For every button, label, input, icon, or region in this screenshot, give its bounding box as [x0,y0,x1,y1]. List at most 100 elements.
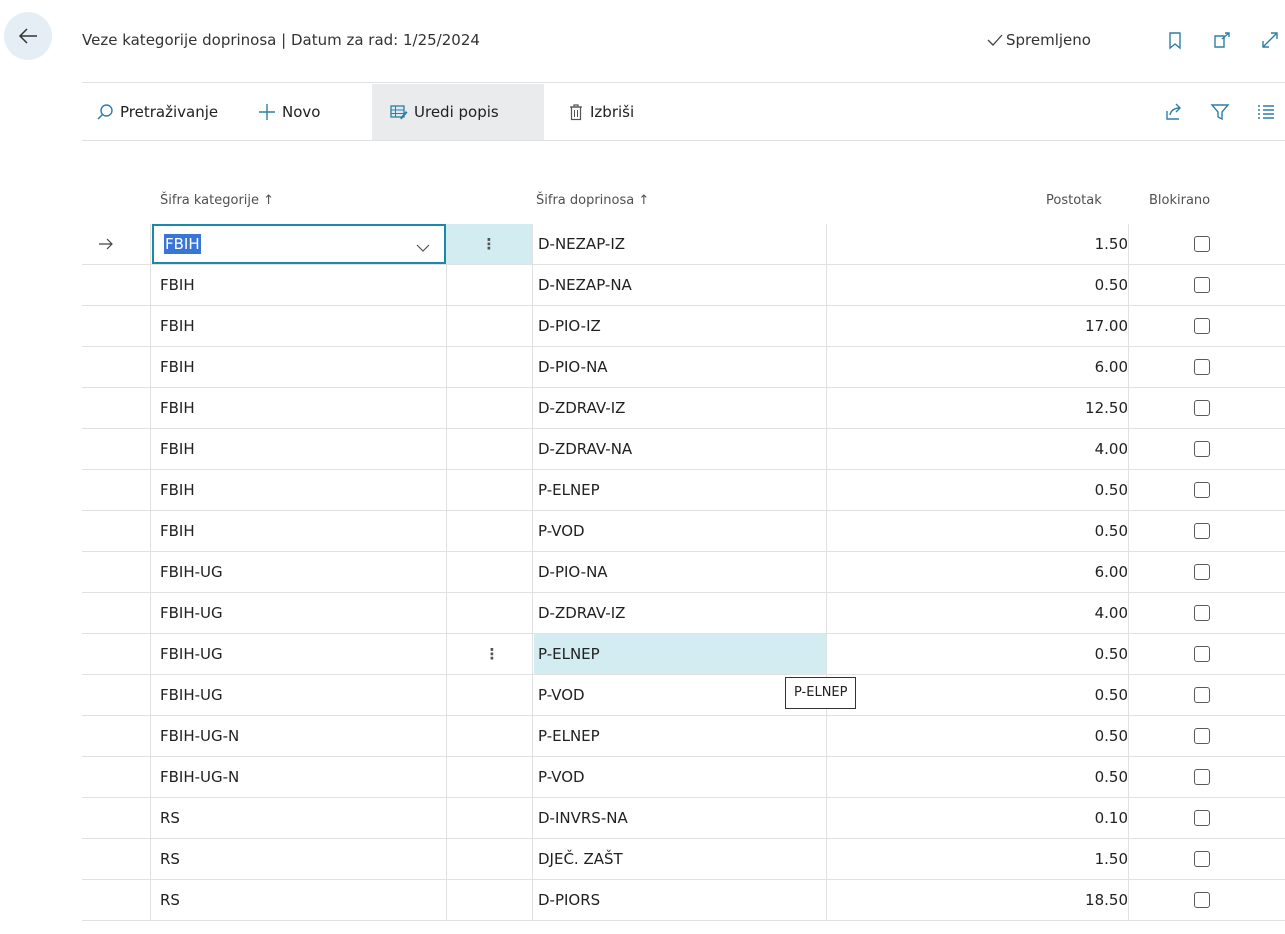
row-actions-icon[interactable]: ⋮ [452,634,532,674]
blocked-checkbox[interactable] [1194,236,1210,252]
contribution-cell[interactable]: D-NEZAP-IZ [534,224,826,264]
contribution-cell[interactable]: D-ZDRAV-IZ [534,593,826,633]
percent-cell[interactable]: 0.50 [828,470,1128,510]
percent-cell[interactable]: 0.50 [828,716,1128,756]
filter-icon[interactable] [1210,102,1230,122]
blocked-checkbox[interactable] [1194,605,1210,621]
table-row[interactable]: FBIH-UG-N P-ELNEP 0.50 [82,716,1285,757]
category-cell[interactable]: FBIH [158,429,448,469]
table-row[interactable]: RS D-PIORS 18.50 [82,880,1285,921]
contribution-cell[interactable]: D-ZDRAV-IZ [534,388,826,428]
category-cell[interactable]: FBIH-UG-N [158,757,448,797]
share-icon[interactable] [1164,102,1184,122]
table-row[interactable]: FBIH-UG P-VOD 0.50 [82,675,1285,716]
contribution-cell[interactable]: D-PIORS [534,880,826,920]
percent-cell[interactable]: 1.50 [828,224,1128,264]
contribution-cell[interactable]: DJEČ. ZAŠT [534,839,826,879]
list-view-icon[interactable] [1256,102,1276,122]
row-actions-icon[interactable]: ⋮ [446,224,532,264]
category-cell[interactable]: FBIH [158,511,448,551]
table-row[interactable]: FBIH P-VOD 0.50 [82,511,1285,552]
table-row[interactable]: FBIH D-PIO-IZ 17.00 [82,306,1285,347]
category-cell[interactable]: FBIH [158,347,448,387]
blocked-checkbox[interactable] [1194,769,1210,785]
category-cell[interactable]: FBIH-UG-N [158,716,448,756]
percent-cell[interactable]: 18.50 [828,880,1128,920]
percent-cell[interactable]: 0.10 [828,798,1128,838]
table-row[interactable]: FBIH P-ELNEP 0.50 [82,470,1285,511]
category-dropdown-input[interactable]: FBIH [152,224,446,264]
category-cell[interactable]: RS [158,880,448,920]
edit-list-button[interactable]: Uredi popis [372,84,544,140]
column-header-contribution[interactable]: Šifra doprinosa ↑ [536,193,649,208]
blocked-checkbox[interactable] [1194,318,1210,334]
blocked-checkbox[interactable] [1194,277,1210,293]
expand-icon[interactable] [1260,30,1280,50]
category-cell[interactable]: FBIH-UG [158,552,448,592]
contribution-cell[interactable]: D-PIO-IZ [534,306,826,346]
blocked-checkbox[interactable] [1194,482,1210,498]
table-row[interactable]: FBIH-UG-N P-VOD 0.50 [82,757,1285,798]
contribution-cell[interactable]: P-ELNEP [534,634,826,674]
table-row[interactable]: FBIH-UG ⋮ P-ELNEP 0.50 [82,634,1285,675]
percent-cell[interactable]: 6.00 [828,347,1128,387]
column-header-blocked[interactable]: Blokirano [1149,193,1210,208]
percent-cell[interactable]: 0.50 [828,265,1128,305]
table-row[interactable]: FBIH D-ZDRAV-IZ 12.50 [82,388,1285,429]
bookmark-icon[interactable] [1165,30,1185,50]
table-row[interactable]: RS D-INVRS-NA 0.10 [82,798,1285,839]
contribution-cell[interactable]: P-ELNEP [534,716,826,756]
blocked-checkbox[interactable] [1194,400,1210,416]
percent-cell[interactable]: 17.00 [828,306,1128,346]
percent-cell[interactable]: 0.50 [828,675,1128,715]
table-row[interactable]: FBIH D-PIO-NA 6.00 [82,347,1285,388]
category-cell[interactable]: FBIH [158,388,448,428]
category-cell[interactable]: FBIH-UG [158,675,448,715]
contribution-cell[interactable]: P-VOD [534,757,826,797]
percent-cell[interactable]: 0.50 [828,634,1128,674]
contribution-cell[interactable]: D-INVRS-NA [534,798,826,838]
category-cell[interactable]: RS [158,839,448,879]
table-row[interactable]: RS DJEČ. ZAŠT 1.50 [82,839,1285,880]
blocked-checkbox[interactable] [1194,564,1210,580]
open-new-window-icon[interactable] [1212,30,1232,50]
table-row[interactable]: FBIH D-NEZAP-NA 0.50 [82,265,1285,306]
table-row[interactable]: FBIH ⋮ D-NEZAP-IZ 1.50 [82,224,1285,265]
percent-cell[interactable]: 0.50 [828,757,1128,797]
delete-button[interactable]: Izbriši [568,84,634,140]
percent-cell[interactable]: 1.50 [828,839,1128,879]
category-cell[interactable]: FBIH-UG [158,593,448,633]
search-button[interactable]: Pretraživanje [96,84,218,140]
contribution-cell[interactable]: D-PIO-NA [534,552,826,592]
new-button[interactable]: Novo [258,84,320,140]
column-header-category[interactable]: Šifra kategorije ↑ [160,193,274,208]
blocked-checkbox[interactable] [1194,687,1210,703]
percent-cell[interactable]: 4.00 [828,429,1128,469]
contribution-cell[interactable]: P-VOD [534,675,826,715]
category-cell[interactable]: FBIH-UG [158,634,448,674]
column-header-percent[interactable]: Postotak [1046,193,1102,208]
blocked-checkbox[interactable] [1194,359,1210,375]
blocked-checkbox[interactable] [1194,646,1210,662]
category-cell[interactable]: FBIH [158,265,448,305]
blocked-checkbox[interactable] [1194,728,1210,744]
blocked-checkbox[interactable] [1194,892,1210,908]
contribution-cell[interactable]: D-PIO-NA [534,347,826,387]
table-row[interactable]: FBIH-UG D-ZDRAV-IZ 4.00 [82,593,1285,634]
contribution-cell[interactable]: P-VOD [534,511,826,551]
table-row[interactable]: FBIH D-ZDRAV-NA 4.00 [82,429,1285,470]
contribution-cell[interactable]: D-ZDRAV-NA [534,429,826,469]
category-cell[interactable]: RS [158,798,448,838]
contribution-cell[interactable]: P-ELNEP [534,470,826,510]
back-button[interactable] [4,12,52,60]
table-row[interactable]: FBIH-UG D-PIO-NA 6.00 [82,552,1285,593]
blocked-checkbox[interactable] [1194,523,1210,539]
category-cell[interactable]: FBIH [158,470,448,510]
chevron-down-icon[interactable] [416,239,430,257]
percent-cell[interactable]: 4.00 [828,593,1128,633]
percent-cell[interactable]: 0.50 [828,511,1128,551]
category-cell[interactable]: FBIH [158,306,448,346]
percent-cell[interactable]: 12.50 [828,388,1128,428]
percent-cell[interactable]: 6.00 [828,552,1128,592]
blocked-checkbox[interactable] [1194,810,1210,826]
